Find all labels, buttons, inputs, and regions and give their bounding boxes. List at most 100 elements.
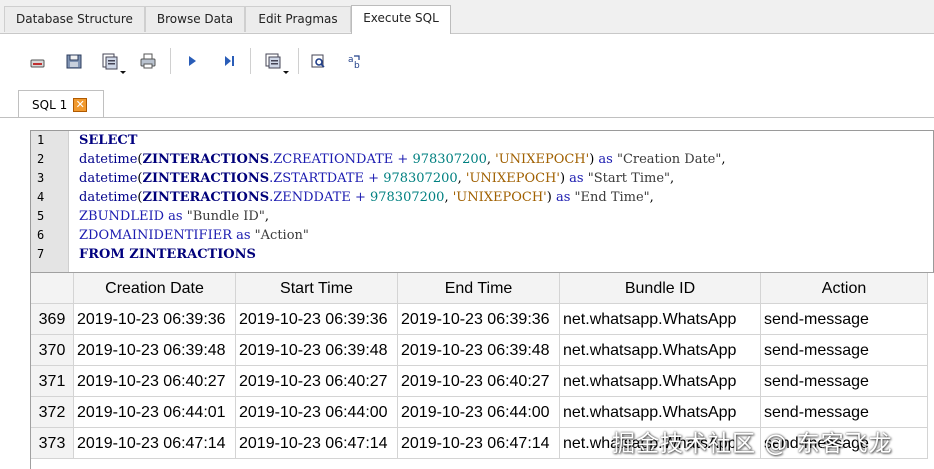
line-number: 1: [37, 133, 45, 147]
line-code: datetime(ZINTERACTIONS.ZCREATIONDATE + 9…: [79, 150, 726, 169]
open-tab-icon[interactable]: [25, 49, 49, 73]
execute-all-icon[interactable]: [180, 49, 204, 73]
save-dropdown-arrow-icon[interactable]: [120, 71, 126, 74]
execute-line-icon[interactable]: [217, 49, 241, 73]
table-cell[interactable]: 2019-10-23 06:44:01: [74, 397, 236, 428]
table-cell[interactable]: 2019-10-23 06:40:27: [236, 366, 398, 397]
code-token: ,: [444, 190, 453, 205]
table-cell[interactable]: 2019-10-23 06:40:27: [398, 366, 560, 397]
code-token: ZINTERACTIONS: [142, 152, 270, 167]
svg-text:a: a: [348, 55, 354, 65]
tab-execute-sql[interactable]: Execute SQL: [351, 5, 451, 35]
table-cell[interactable]: 2019-10-23 06:44:00: [398, 397, 560, 428]
code-token: as: [569, 171, 584, 186]
code-token: ,: [670, 171, 675, 186]
row-number[interactable]: 372: [31, 397, 74, 428]
code-token: "End Time": [570, 190, 650, 205]
code-token: 978307200: [383, 171, 458, 186]
line-code: SELECT: [79, 131, 137, 150]
table-cell[interactable]: 2019-10-23 06:39:48: [236, 335, 398, 366]
code-token: ,: [264, 209, 269, 224]
code-token: datetime: [79, 152, 138, 167]
open-sql-file-icon[interactable]: [62, 49, 86, 73]
code-token: as: [168, 209, 183, 224]
table-cell[interactable]: 2019-10-23 06:44:00: [236, 397, 398, 428]
table-cell[interactable]: net.whatsapp.WhatsApp: [560, 366, 761, 397]
row-number[interactable]: 369: [31, 304, 74, 335]
code-token: ZINTERACTIONS: [142, 190, 270, 205]
row-number[interactable]: 370: [31, 335, 74, 366]
code-token: ): [559, 171, 570, 186]
table-cell[interactable]: 2019-10-23 06:39:36: [398, 304, 560, 335]
table-cell[interactable]: 2019-10-23 06:40:27: [74, 366, 236, 397]
close-icon[interactable]: ✕: [73, 97, 88, 112]
code-token: ZINTERACTIONS: [142, 171, 270, 186]
svg-text:b: b: [354, 61, 360, 71]
column-header[interactable]: Bundle ID: [560, 273, 761, 304]
find-replace-icon[interactable]: ab: [343, 49, 367, 73]
code-token: 'UNIXEPOCH': [452, 190, 547, 205]
code-token: "Bundle ID": [182, 209, 265, 224]
column-header[interactable]: End Time: [398, 273, 560, 304]
code-token: SELECT: [79, 133, 138, 148]
table-cell[interactable]: 2019-10-23 06:39:36: [236, 304, 398, 335]
table-cell[interactable]: net.whatsapp.WhatsApp: [560, 335, 761, 366]
row-number[interactable]: 373: [31, 428, 74, 459]
sql-editor-tab[interactable]: SQL 1 ✕: [18, 90, 104, 118]
line-code: ZBUNDLEID as "Bundle ID",: [79, 207, 269, 226]
toolbar: ab: [0, 34, 934, 86]
code-token: ,: [457, 171, 466, 186]
code-token: as: [236, 228, 251, 243]
code-token: ,: [721, 152, 726, 167]
code-token: .ZENDDATE +: [269, 190, 370, 205]
code-token: 978307200: [412, 152, 487, 167]
line-code: datetime(ZINTERACTIONS.ZENDDATE + 978307…: [79, 188, 654, 207]
column-header[interactable]: Creation Date: [74, 273, 236, 304]
tab-edit-pragmas[interactable]: Edit Pragmas: [245, 6, 351, 32]
row-number[interactable]: 371: [31, 366, 74, 397]
code-token: .ZCREATIONDATE +: [269, 152, 413, 167]
table-cell[interactable]: 2019-10-23 06:39:48: [398, 335, 560, 366]
line-number: 7: [37, 247, 45, 261]
code-token: 'UNIXEPOCH': [495, 152, 590, 167]
code-token: "Start Time": [583, 171, 670, 186]
table-cell[interactable]: 2019-10-23 06:39:48: [74, 335, 236, 366]
line-code: FROM ZINTERACTIONS: [79, 245, 256, 264]
save-sql-file-icon[interactable]: [98, 49, 122, 73]
column-header[interactable]: Start Time: [236, 273, 398, 304]
code-token: FROM: [79, 247, 130, 262]
code-token: as: [555, 190, 571, 205]
line-number: 4: [37, 190, 45, 204]
find-icon[interactable]: [306, 49, 330, 73]
toolbar-separator: [250, 48, 251, 74]
line-code: ZDOMAINIDENTIFIER as "Action": [79, 226, 309, 245]
code-token: ,: [649, 190, 654, 205]
code-token: ZINTERACTIONS: [129, 247, 256, 262]
save-results-icon[interactable]: [261, 49, 285, 73]
code-token: datetime: [79, 190, 138, 205]
code-token: .ZSTARTDATE +: [269, 171, 384, 186]
grid-corner[interactable]: [31, 273, 74, 304]
table-cell[interactable]: 2019-10-23 06:47:14: [74, 428, 236, 459]
tab-browse-data[interactable]: Browse Data: [145, 6, 245, 32]
save-results-dropdown-arrow-icon[interactable]: [283, 71, 289, 74]
code-token: datetime: [79, 171, 138, 186]
print-icon[interactable]: [136, 49, 160, 73]
table-cell[interactable]: 2019-10-23 06:47:14: [236, 428, 398, 459]
line-number: 5: [37, 209, 45, 223]
tab-divider: [0, 117, 934, 118]
watermark: 掘金技术社区 @ 东客飞龙: [612, 431, 893, 457]
line-code: datetime(ZINTERACTIONS.ZSTARTDATE + 9783…: [79, 169, 674, 188]
table-cell[interactable]: 2019-10-23 06:39:36: [74, 304, 236, 335]
table-cell[interactable]: net.whatsapp.WhatsApp: [560, 304, 761, 335]
table-cell[interactable]: send-message: [761, 366, 928, 397]
table-cell[interactable]: send-message: [761, 304, 928, 335]
code-token: ZBUNDLEID: [79, 209, 169, 224]
tab-database-structure[interactable]: Database Structure: [4, 6, 145, 32]
table-cell[interactable]: send-message: [761, 335, 928, 366]
table-cell[interactable]: 2019-10-23 06:47:14: [398, 428, 560, 459]
sql-tab-label: SQL 1: [32, 97, 68, 112]
code-token: 978307200: [369, 190, 445, 205]
column-header[interactable]: Action: [761, 273, 928, 304]
code-token: "Action": [250, 228, 309, 243]
